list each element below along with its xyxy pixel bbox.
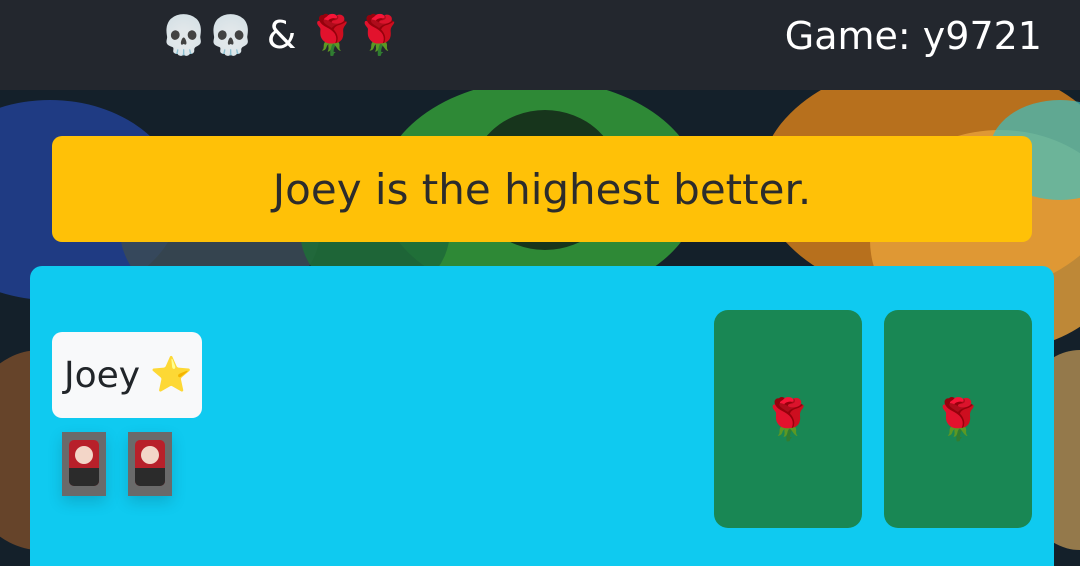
coaster-chip-icon[interactable]	[128, 432, 172, 496]
player-panel: Joey ⭐ 🌹 🌹	[30, 266, 1054, 566]
game-screen: 💀💀 & 🌹🌹 Game: y9721 Joey is the highest …	[0, 0, 1080, 566]
player-name: Joey	[64, 354, 141, 396]
star-icon: ⭐	[150, 355, 193, 395]
player-card[interactable]: 🌹	[884, 310, 1032, 528]
game-id-label: Game: y9721	[784, 14, 1042, 58]
status-alert: Joey is the highest better.	[52, 136, 1032, 242]
coaster-chip-icon[interactable]	[62, 432, 106, 496]
app-title: 💀💀 & 🌹🌹	[160, 13, 404, 57]
player-chips	[62, 432, 172, 496]
top-navbar: 💀💀 & 🌹🌹 Game: y9721	[0, 0, 1080, 90]
player-name-tag: Joey ⭐	[52, 332, 203, 418]
rose-icon: 🌹	[763, 396, 813, 443]
player-card[interactable]: 🌹	[714, 310, 862, 528]
rose-icon: 🌹	[933, 396, 983, 443]
status-message: Joey is the highest better.	[272, 164, 812, 214]
